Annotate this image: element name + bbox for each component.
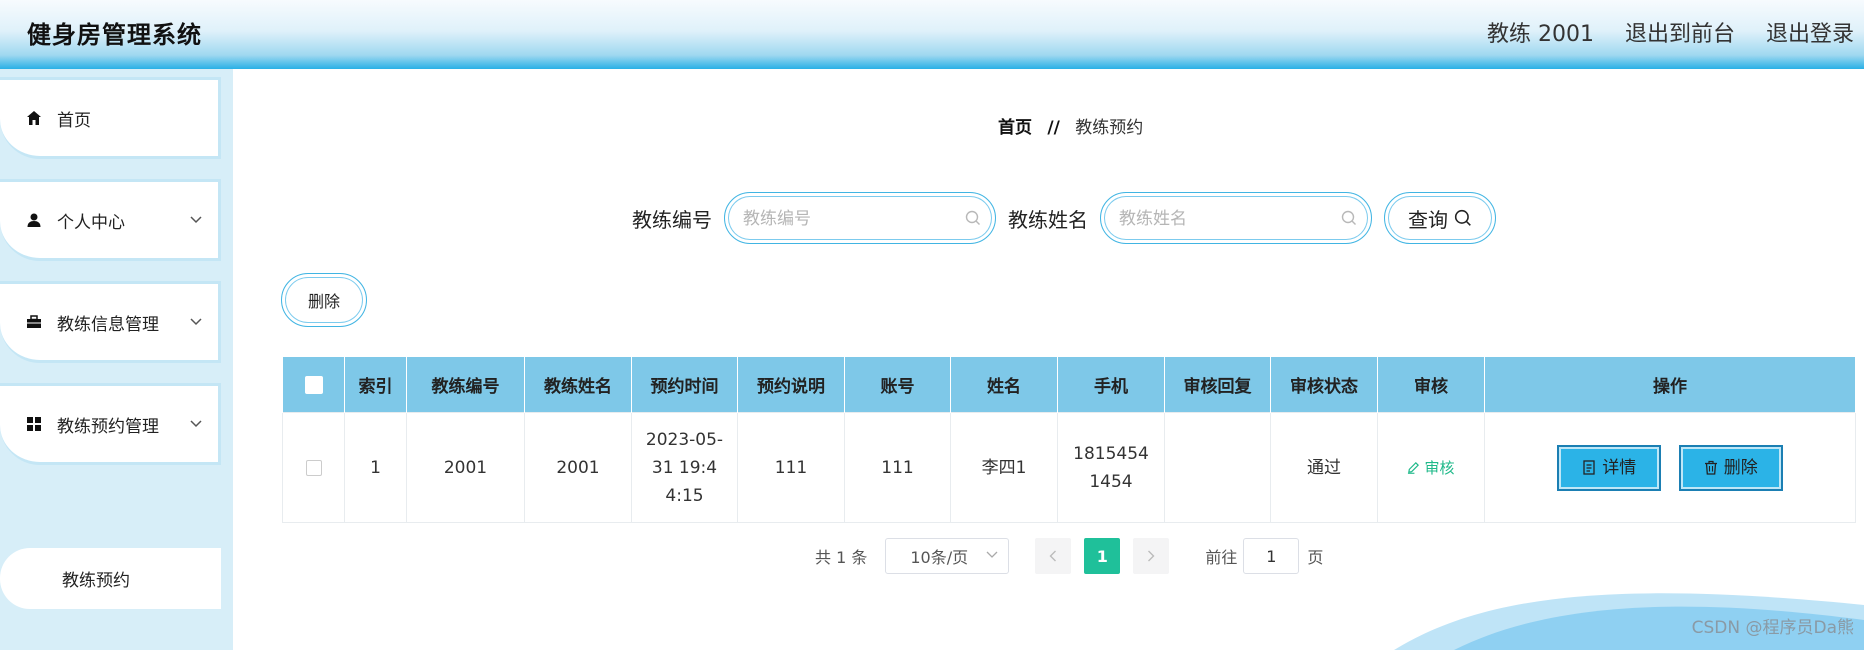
sidebar: 首页 个人中心 教练信息管理 教练预约管理 教练预约 <box>0 69 233 650</box>
query-button[interactable]: 查询 <box>1384 192 1496 244</box>
cell-coach-name: 2001 <box>524 412 632 523</box>
goto-page-input[interactable] <box>1243 538 1300 574</box>
goto-label: 前往 <box>1205 548 1238 567</box>
phone-text: 18154541454 <box>1073 443 1149 492</box>
top-header: 健身房管理系统 教练 2001 退出到前台 退出登录 <box>0 0 1864 69</box>
cell-index: 1 <box>344 412 407 523</box>
chevron-down-icon <box>190 314 202 330</box>
detail-button-label: 详情 <box>1602 457 1637 478</box>
sidebar-item-label: 个人中心 <box>57 212 125 233</box>
cell-note: 111 <box>737 412 845 523</box>
delete-button[interactable]: 删除 <box>1678 444 1783 491</box>
table-row: 1 2001 2001 2023-05-31 19:44:15 111 111 … <box>282 412 1856 523</box>
page-size-select[interactable]: 10条/页 <box>885 538 1010 574</box>
chevron-left-icon <box>1049 550 1057 562</box>
batch-delete-button[interactable]: 删除 <box>281 273 367 327</box>
coach-name-label: 教练姓名 <box>1008 207 1088 232</box>
exit-to-front-link[interactable]: 退出到前台 <box>1625 16 1735 48</box>
row-select-cell[interactable] <box>282 412 345 523</box>
briefcase-icon <box>25 313 43 331</box>
pagination: 共 1 条 10条/页 1 前往 页 <box>815 538 1323 574</box>
coach-no-label: 教练编号 <box>632 207 712 232</box>
cell-account: 111 <box>844 412 951 523</box>
search-icon <box>1341 210 1357 230</box>
breadcrumb-home[interactable]: 首页 <box>998 118 1032 138</box>
sidebar-item-coach-info[interactable]: 教练信息管理 <box>0 281 221 363</box>
chevron-down-icon <box>986 548 998 563</box>
prev-page-button[interactable] <box>1035 538 1072 574</box>
page-size-value: 10条/页 <box>910 548 969 567</box>
current-user: 教练 2001 <box>1486 22 1594 47</box>
cell-coach-no: 2001 <box>406 412 525 523</box>
coach-name-input[interactable] <box>1119 207 1339 231</box>
sidebar-item-label: 首页 <box>57 110 91 131</box>
cell-booking-time: 2023-05-31 19:44:15 <box>631 412 738 523</box>
column-header: 预约说明 <box>737 356 845 413</box>
home-icon <box>25 109 43 127</box>
logout-link[interactable]: 退出登录 <box>1766 16 1854 48</box>
cell-actions: 详情 删除 <box>1484 412 1856 523</box>
column-header: 操作 <box>1484 356 1856 413</box>
sidebar-item-home[interactable]: 首页 <box>0 77 221 159</box>
app-title: 健身房管理系统 <box>27 21 202 49</box>
table-header-row: 索引 教练编号 教练姓名 预约时间 预约说明 账号 姓名 手机 审核回复 审核状… <box>282 356 1856 413</box>
column-header: 审核 <box>1377 356 1485 413</box>
page-number-current[interactable]: 1 <box>1084 538 1121 574</box>
sidebar-subitem-coach-booking[interactable]: 教练预约 <box>0 548 221 609</box>
coach-no-input[interactable] <box>743 207 963 231</box>
column-header: 预约时间 <box>631 356 738 413</box>
booking-table: 索引 教练编号 教练姓名 预约时间 预约说明 账号 姓名 手机 审核回复 审核状… <box>282 356 1856 523</box>
row-checkbox[interactable] <box>305 459 322 476</box>
search-icon <box>1454 209 1471 226</box>
cell-phone: 18154541454 <box>1057 412 1165 523</box>
query-button-label: 查询 <box>1408 207 1448 232</box>
sidebar-item-label: 教练信息管理 <box>57 314 159 335</box>
coach-name-field[interactable] <box>1100 192 1372 244</box>
audit-link[interactable]: 审核 <box>1407 458 1455 477</box>
chevron-down-icon <box>190 212 202 228</box>
coach-no-field[interactable] <box>724 192 996 244</box>
total-count: 共 1 条 <box>815 548 868 567</box>
cell-name: 李四1 <box>950 412 1058 523</box>
breadcrumb-current: 教练预约 <box>1075 118 1144 138</box>
sidebar-item-label: 教练预约管理 <box>57 416 159 437</box>
top-links: 教练 2001 退出到前台 退出登录 <box>1487 16 1854 48</box>
grid-icon <box>25 415 43 433</box>
column-header: 审核回复 <box>1164 356 1271 413</box>
column-header: 教练姓名 <box>524 356 632 413</box>
column-header: 账号 <box>844 356 951 413</box>
page-unit-label: 页 <box>1307 548 1324 567</box>
breadcrumb-separator: // <box>1047 118 1060 138</box>
watermark: CSDN @程序员Da熊 <box>1691 618 1854 638</box>
user-icon <box>25 211 43 229</box>
edit-icon <box>1408 461 1420 474</box>
trash-icon <box>1704 460 1717 475</box>
chevron-down-icon <box>190 416 202 432</box>
column-header: 索引 <box>344 356 407 413</box>
sidebar-item-personal-center[interactable]: 个人中心 <box>0 179 221 261</box>
detail-button[interactable]: 详情 <box>1557 444 1662 491</box>
chevron-right-icon <box>1148 550 1155 562</box>
cell-status: 通过 <box>1270 412 1378 523</box>
breadcrumb: 首页 // 教练预约 <box>998 113 1143 138</box>
column-header: 手机 <box>1057 356 1165 413</box>
select-all-checkbox[interactable] <box>304 375 323 394</box>
column-header: 姓名 <box>950 356 1058 413</box>
search-icon <box>965 210 981 230</box>
booking-time-text: 2023-05-31 19:44:15 <box>645 429 724 506</box>
audit-link-label: 审核 <box>1424 458 1455 477</box>
select-all-cell[interactable] <box>282 356 345 413</box>
search-form: 教练编号 教练姓名 查询 <box>632 192 1496 244</box>
column-header: 审核状态 <box>1270 356 1378 413</box>
sidebar-item-coach-booking[interactable]: 教练预约管理 <box>0 383 221 465</box>
cell-reply <box>1164 412 1271 523</box>
cell-audit: 审核 <box>1377 412 1485 523</box>
next-page-button[interactable] <box>1133 538 1170 574</box>
column-header: 教练编号 <box>406 356 525 413</box>
delete-button-label: 删除 <box>1723 457 1758 478</box>
document-icon <box>1583 460 1595 475</box>
